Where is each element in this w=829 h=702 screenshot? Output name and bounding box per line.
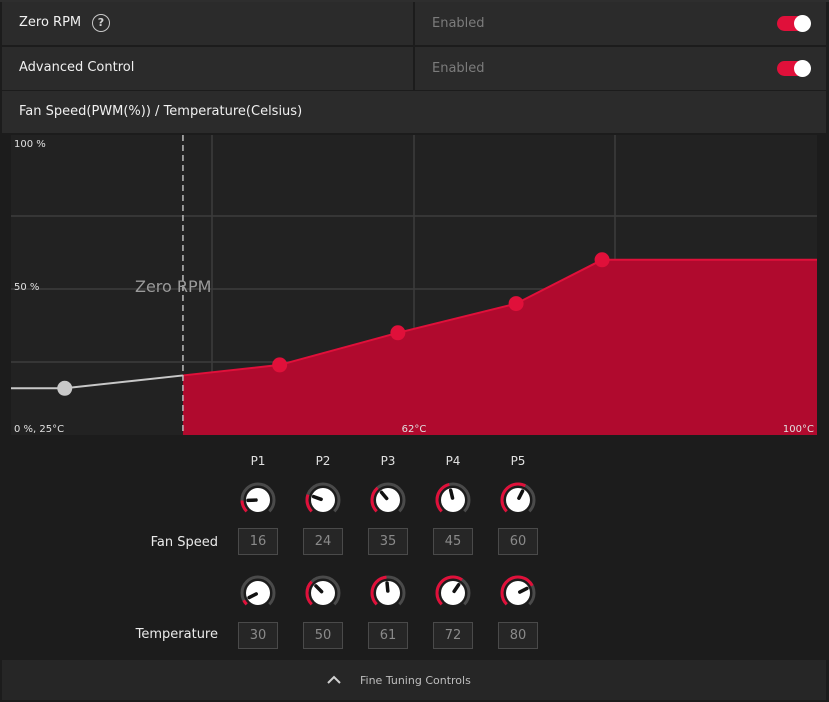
temperature-input-p3[interactable]: 61 (368, 622, 408, 649)
fan-speed-row-label: Fan Speed (150, 535, 218, 550)
knob-arc (305, 494, 313, 513)
knob-face (441, 581, 465, 605)
knob-indicator (448, 488, 455, 500)
temperature-dial[interactable] (434, 574, 472, 612)
temperature-input-p2[interactable]: 50 (303, 622, 343, 649)
fan-speed-knob-p2[interactable] (304, 481, 342, 519)
advanced-control-status: Enabled (432, 61, 485, 76)
y-axis-top-label: 100 % (14, 139, 46, 150)
knob-face (311, 581, 335, 605)
point-column-label-p3: P3 (380, 454, 396, 468)
advanced-control-label-cell: Advanced Control (2, 47, 413, 90)
curve-point-p5[interactable] (594, 252, 610, 268)
temperature-input-p4[interactable]: 72 (433, 622, 473, 649)
temperature-input-p1[interactable]: 30 (238, 622, 278, 649)
fan-speed-input-p3[interactable]: 35 (368, 528, 408, 555)
curve-point-p1[interactable] (57, 380, 73, 396)
fan-speed-knob-p3[interactable] (369, 481, 407, 519)
origin-label: 0 %, 25°C (14, 424, 64, 435)
zero-rpm-row: Zero RPM ? Enabled (2, 2, 826, 45)
advanced-control-value-cell: Enabled (415, 47, 826, 90)
curve-point-p3[interactable] (390, 325, 406, 341)
temperature-knob-p5[interactable] (499, 574, 537, 612)
knob-face (506, 488, 530, 512)
knob-face (376, 488, 400, 512)
x-axis-max-label: 100°C (783, 424, 814, 435)
fan-curve-header: Fan Speed(PWM(%)) / Temperature(Celsius) (2, 91, 826, 133)
chevron-up-icon[interactable] (324, 673, 344, 685)
fan-speed-dial[interactable] (369, 481, 407, 519)
fan-curve-svg[interactable]: 100 % 50 % 0 %, 25°C 62°C 100°C Zero RPM (11, 135, 817, 435)
toggle-knob (794, 15, 811, 32)
knob-face (506, 581, 530, 605)
help-icon[interactable]: ? (92, 14, 110, 32)
temperature-knob-p2[interactable] (304, 574, 342, 612)
zero-rpm-region-label: Zero RPM (135, 277, 211, 296)
point-column-label-p4: P4 (445, 454, 461, 468)
point-column-label-p2: P2 (315, 454, 331, 468)
fan-speed-knob-p1[interactable] (239, 481, 277, 519)
zero-rpm-value-cell: Enabled (415, 2, 826, 45)
advanced-control-label: Advanced Control (19, 60, 135, 75)
advanced-control-toggle[interactable] (777, 60, 811, 77)
fine-tuning-label[interactable]: Fine Tuning Controls (360, 674, 471, 687)
curve-point-p4[interactable] (508, 296, 524, 312)
temperature-dial[interactable] (304, 574, 342, 612)
temperature-row-label: Temperature (135, 627, 218, 642)
fan-speed-input-p2[interactable]: 24 (303, 528, 343, 555)
fan-speed-input-p4[interactable]: 45 (433, 528, 473, 555)
active-curve-area (182, 259, 817, 435)
temperature-knob-p4[interactable] (434, 574, 472, 612)
curve-point-p2[interactable] (272, 357, 288, 373)
knob-arc (305, 580, 313, 606)
fine-tuning-footer[interactable]: Fine Tuning Controls (2, 660, 826, 700)
point-column-label-p1: P1 (250, 454, 266, 468)
zero-rpm-label-cell: Zero RPM ? (2, 2, 413, 45)
threshold-temp-label: 62°C (402, 424, 427, 435)
temperature-dial[interactable] (499, 574, 537, 612)
fine-tuning-panel: Fan Speed Temperature P1 16 30 P2 24 50 P3 35 61… (0, 440, 829, 658)
fan-speed-knob-p5[interactable] (499, 481, 537, 519)
temperature-dial[interactable] (369, 574, 407, 612)
advanced-control-row: Advanced Control Enabled (2, 47, 826, 90)
zero-rpm-toggle[interactable] (777, 15, 811, 32)
zero-rpm-label: Zero RPM (19, 15, 82, 30)
point-column-label-p5: P5 (510, 454, 526, 468)
knob-face (246, 581, 270, 605)
temperature-knob-p1[interactable] (239, 574, 277, 612)
temperature-input-p5[interactable]: 80 (498, 622, 538, 649)
temperature-dial[interactable] (239, 574, 277, 612)
fan-speed-dial[interactable] (304, 481, 342, 519)
zero-rpm-status: Enabled (432, 16, 485, 31)
knob-face (441, 488, 465, 512)
knob-face (311, 488, 335, 512)
knob-arc (240, 500, 248, 513)
fan-speed-dial[interactable] (434, 481, 472, 519)
fan-speed-dial[interactable] (239, 481, 277, 519)
y-axis-mid-label: 50 % (14, 282, 39, 293)
fan-speed-input-p5[interactable]: 60 (498, 528, 538, 555)
fan-speed-dial[interactable] (499, 481, 537, 519)
toggle-knob (794, 60, 811, 77)
fan-speed-input-p1[interactable]: 16 (238, 528, 278, 555)
knob-indicator (385, 581, 390, 593)
inactive-curve-line (11, 374, 184, 390)
temperature-knob-p3[interactable] (369, 574, 407, 612)
fan-curve-title: Fan Speed(PWM(%)) / Temperature(Celsius) (19, 104, 303, 119)
fan-speed-knob-p4[interactable] (434, 481, 472, 519)
fan-curve-chart[interactable]: 100 % 50 % 0 %, 25°C 62°C 100°C Zero RPM (11, 135, 817, 435)
knob-arc (242, 599, 248, 606)
